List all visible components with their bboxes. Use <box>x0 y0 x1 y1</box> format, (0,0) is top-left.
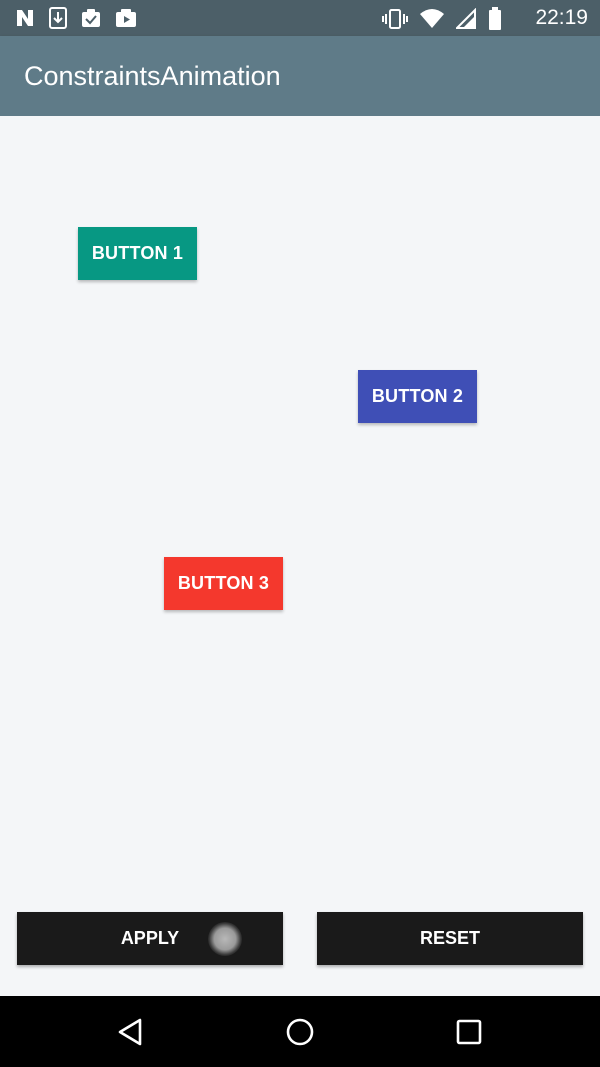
vibrate-icon <box>382 8 408 34</box>
app-bar: ConstraintsAnimation <box>0 36 600 116</box>
touch-indicator <box>208 922 242 956</box>
button-3[interactable]: BUTTON 3 <box>164 557 283 610</box>
navigation-bar <box>0 996 600 1067</box>
battery-icon <box>488 7 502 35</box>
notification-n-icon <box>14 7 36 33</box>
wifi-icon <box>420 8 444 34</box>
recents-icon[interactable] <box>452 1015 486 1049</box>
status-bar: 22:19 <box>0 0 600 36</box>
reset-button[interactable]: RESET <box>317 912 583 965</box>
signal-icon <box>454 7 476 34</box>
clipboard-check-icon <box>80 7 102 33</box>
home-icon[interactable] <box>283 1015 317 1049</box>
play-store-icon <box>115 7 137 33</box>
apply-button[interactable]: APPLY <box>17 912 283 965</box>
status-time: 22:19 <box>535 6 588 29</box>
download-icon <box>49 7 67 33</box>
button-1[interactable]: BUTTON 1 <box>78 227 197 280</box>
back-icon[interactable] <box>114 1015 148 1049</box>
button-2[interactable]: BUTTON 2 <box>358 370 477 423</box>
app-title: ConstraintsAnimation <box>24 61 281 91</box>
